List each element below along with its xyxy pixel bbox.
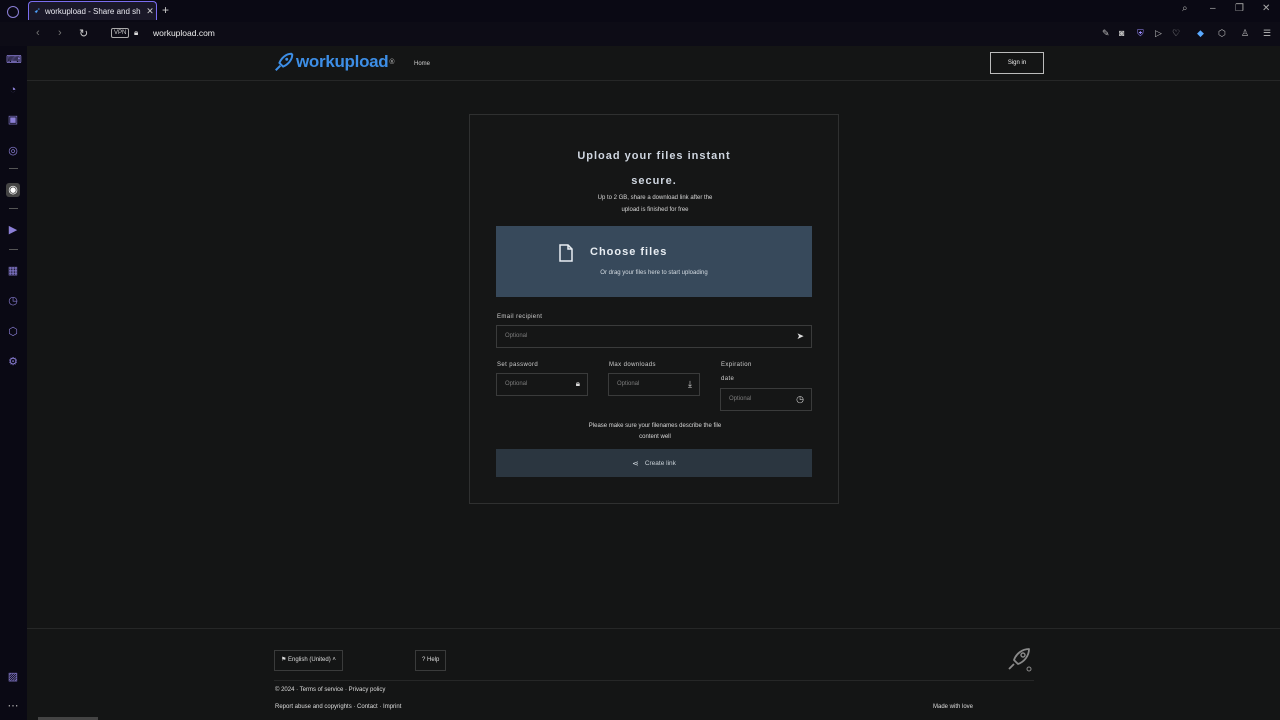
share-icon: ⋖: [632, 458, 639, 468]
translate-icon: ⚑: [281, 657, 289, 663]
web-page: workupload ® Home Sign in Upload your fi…: [27, 46, 1280, 720]
footer-links-line2[interactable]: Report abuse and copyrights · Contact · …: [275, 704, 401, 710]
workspaces-icon[interactable]: ▦: [6, 264, 20, 278]
expiration-label: Expiration: [721, 362, 752, 368]
crystal-icon[interactable]: ◆: [1197, 28, 1204, 39]
restore-button[interactable]: ❐: [1235, 3, 1244, 14]
lock-icon[interactable]: 🔒︎: [134, 28, 138, 38]
back-icon[interactable]: ‹: [36, 27, 40, 39]
sidebar-divider: [9, 249, 18, 250]
tab-search-icon[interactable]: ⌕: [1182, 3, 1188, 14]
new-tab-button[interactable]: +: [162, 3, 169, 17]
footer-divider: [274, 680, 1034, 681]
clock-icon: ◷: [796, 394, 804, 404]
menu-icon[interactable]: ☰: [1263, 28, 1271, 39]
site-logo[interactable]: workupload ®: [273, 51, 395, 73]
shield-icon[interactable]: ⛨: [1137, 28, 1144, 39]
lock-icon: 🔒︎: [575, 379, 580, 388]
note-line2: content well: [639, 434, 671, 440]
expiration-field[interactable]: Optional ◷: [720, 388, 812, 411]
more-icon[interactable]: ⋯: [6, 699, 20, 713]
opera-menu-icon[interactable]: [7, 6, 19, 18]
send-icon[interactable]: ➤: [796, 331, 804, 342]
card-subtitle-line1: Up to 2 GB, share a download link after …: [597, 195, 713, 201]
vpn-badge[interactable]: VPN: [111, 28, 130, 38]
gallery-icon[interactable]: ▨: [6, 670, 20, 684]
filename-note: Please make sure your filenames describe…: [500, 421, 810, 443]
logo-text: workupload: [296, 52, 389, 71]
language-label: English (United): [288, 657, 331, 663]
history-icon[interactable]: ◷: [6, 294, 20, 308]
browser-sidebar: ⌨ ◔ ▣ ◎ ◉ ▶ ▦ ◷ ⬡ ⚙ ▨ ⋯: [0, 46, 27, 720]
create-link-label: Create link: [644, 459, 676, 467]
discord-icon[interactable]: ◉: [6, 183, 20, 197]
tab-strip: ➹ workupload - Share and sh ✕ + ⌕ – ❐ ✕: [0, 0, 1280, 22]
language-selector[interactable]: ⚑ English (United) ˄: [274, 650, 343, 671]
password-field[interactable]: Optional 🔒︎: [496, 373, 588, 396]
profile-icon[interactable]: ♙: [1241, 28, 1249, 39]
footer-links-line1[interactable]: © 2024 · Terms of service · Privacy poli…: [275, 687, 385, 693]
extensions-icon[interactable]: ⬡: [6, 325, 20, 339]
email-label: Email recipient: [497, 314, 543, 320]
file-icon: [559, 244, 573, 262]
logo-registered-mark: ®: [389, 58, 395, 66]
password-label: Set password: [497, 362, 539, 368]
password-placeholder: Optional: [505, 381, 528, 387]
file-dropzone[interactable]: Choose files Or drag your files here to …: [496, 226, 812, 297]
forward-icon[interactable]: ›: [58, 27, 62, 39]
email-placeholder: Optional: [505, 333, 528, 339]
camera-icon[interactable]: ◙: [1119, 28, 1124, 38]
note-line1: Please make sure your filenames describe…: [588, 423, 722, 429]
instagram-icon[interactable]: ◎: [6, 144, 20, 158]
dropzone-hint: Or drag your files here to start uploadi…: [600, 270, 708, 276]
rocket-icon: [1008, 648, 1032, 672]
chevron-up-icon: ˄: [330, 657, 336, 663]
card-title-line1: Upload your files instant: [577, 150, 731, 162]
rocket-logo-icon: [275, 52, 294, 71]
cube-icon[interactable]: ⬡: [1218, 28, 1226, 39]
player-icon[interactable]: ▶: [6, 223, 20, 237]
create-link-button[interactable]: ⋖ Create link: [496, 449, 812, 477]
card-subtitle-line2: upload is finished for free: [621, 207, 689, 213]
sidebar-divider: [9, 168, 18, 169]
card-title-line2: secure.: [631, 175, 677, 187]
send-icon[interactable]: ▷: [1155, 28, 1162, 39]
email-field[interactable]: Optional ➤: [496, 325, 812, 348]
max-downloads-placeholder: Optional: [617, 381, 640, 387]
heart-icon[interactable]: ♡: [1172, 28, 1180, 39]
edit-icon[interactable]: ✎: [1102, 28, 1110, 39]
sign-in-button[interactable]: Sign in: [990, 52, 1044, 74]
expiration-label-line2: date: [721, 376, 735, 382]
upload-card: Upload your files instant secure. Up to …: [469, 114, 839, 504]
choose-files-label: Choose files: [590, 246, 668, 258]
rocket-icon: ➹: [34, 6, 41, 15]
bag-icon[interactable]: ▣: [6, 113, 20, 127]
footer-right-text: Made with love: [933, 704, 974, 710]
url-field[interactable]: workupload.com: [153, 28, 215, 38]
help-button[interactable]: ? Help: [415, 650, 447, 671]
max-downloads-label: Max downloads: [609, 362, 656, 368]
browser-window: ➹ workupload - Share and sh ✕ + ⌕ – ❐ ✕ …: [0, 0, 1280, 720]
expiration-placeholder: Optional: [729, 396, 752, 402]
max-downloads-field[interactable]: Optional ⤓: [608, 373, 700, 396]
settings-icon[interactable]: ⚙: [6, 355, 20, 369]
sidebar-divider: [9, 208, 18, 209]
reload-icon[interactable]: ↻: [79, 27, 88, 40]
tab-close-icon[interactable]: ✕: [144, 6, 156, 17]
minimize-button[interactable]: –: [1210, 3, 1216, 14]
nav-home-link[interactable]: Home: [414, 61, 430, 67]
speedometer-icon[interactable]: ◔: [6, 83, 20, 97]
tab-active[interactable]: ➹ workupload - Share and sh ✕: [28, 1, 157, 20]
tab-title: workupload - Share and sh: [45, 6, 141, 16]
close-window-button[interactable]: ✕: [1262, 3, 1270, 14]
download-icon: ⤓: [688, 379, 692, 389]
gamepad-icon[interactable]: ⌨: [6, 53, 22, 67]
site-header: workupload ® Home Sign in: [27, 46, 1280, 81]
address-bar: ‹ › ↻ VPN 🔒︎ workupload.com ✎ ◙ ⛨ ▷ ♡ ◆ …: [0, 22, 1280, 46]
site-footer: ⚑ English (United) ˄ ? Help © 2024 · Ter…: [27, 628, 1280, 720]
